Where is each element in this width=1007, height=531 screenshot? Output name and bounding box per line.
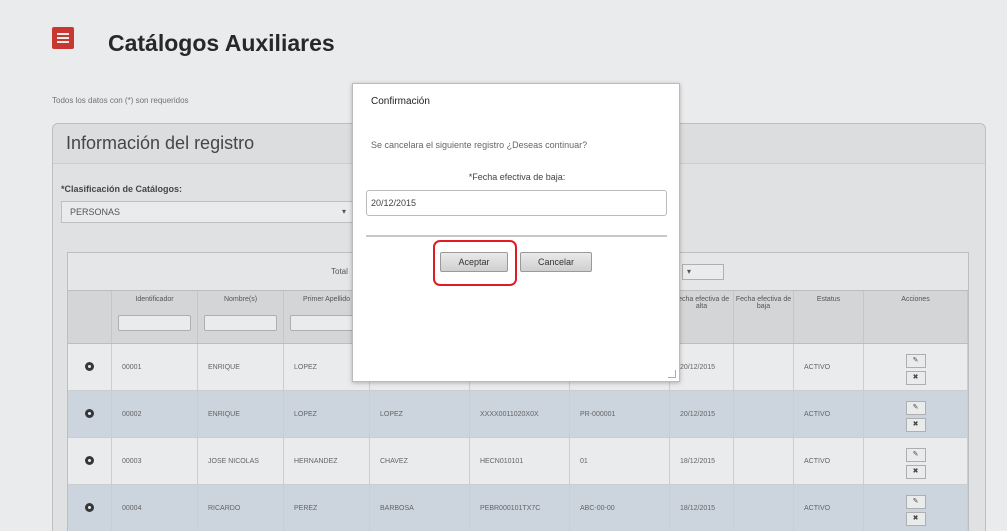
accept-button[interactable]: Aceptar	[440, 252, 508, 272]
resize-handle[interactable]	[668, 370, 676, 378]
confirmation-dialog: Confirmación Se cancelara el siguiente r…	[352, 83, 680, 382]
dialog-title: Confirmación	[371, 96, 430, 107]
cancel-button[interactable]: Cancelar	[520, 252, 592, 272]
divider	[366, 235, 667, 237]
date-input[interactable]	[366, 190, 667, 216]
dialog-message: Se cancelara el siguiente registro ¿Dese…	[371, 140, 588, 150]
date-label: *Fecha efectiva de baja:	[468, 172, 566, 182]
